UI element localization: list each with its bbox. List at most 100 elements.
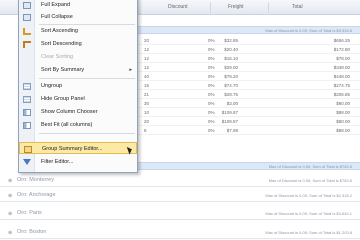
column-divider[interactable]: [210, 2, 211, 13]
menu-item-label: Group Summary Editor...: [42, 146, 103, 152]
group-context-menu: Full Expand Full Collapse Sort Ascending…: [18, 0, 138, 173]
cell-quantity: 40: [144, 74, 150, 79]
menu-item-label: Best Fit (all columns): [41, 122, 93, 128]
menu-item-clear-sorting: Clear Sorting: [19, 51, 137, 63]
expand-icon[interactable]: ⊕: [8, 211, 12, 217]
cell-discount: 0%: [208, 119, 215, 124]
collapse-icon: [23, 14, 31, 21]
group-summary-text: Max of Discount is 0.00; Sum of Total is…: [265, 193, 352, 198]
cell-discount: 0%: [208, 56, 215, 61]
group-row[interactable]: ⊕ Oro: Boston Max of Discount is 0.00; S…: [0, 226, 360, 239]
expand-icon[interactable]: ⊕: [8, 178, 12, 184]
cell-discount: 0%: [208, 74, 215, 79]
cell-total: $172.80: [333, 47, 350, 52]
table-row[interactable]: 21 0% $28.75 $206.85: [130, 90, 360, 99]
table-row[interactable]: 12 0% $16.10 $78.00: [130, 54, 360, 63]
cell-quantity: 20: [144, 38, 150, 43]
table-row[interactable]: 10 0% $109.87 $88.00: [130, 108, 360, 117]
cell-total: $90.00: [336, 101, 350, 106]
group-row[interactable]: ⊕ Oro: Monterrey Max of Discount is 0.00…: [0, 174, 360, 187]
menu-item-filter-editor[interactable]: Filter Editor...: [19, 156, 137, 168]
group-summary-text: Max of Discount is 0.00; Sum of Total is…: [265, 230, 352, 235]
menu-separator: [39, 133, 135, 134]
cell-quantity: 30: [144, 101, 150, 106]
column-header-freight[interactable]: Freight: [228, 4, 244, 10]
table-row[interactable]: 15 0% $74.70 $274.75: [130, 81, 360, 90]
cell-freight: $109.87: [221, 110, 238, 115]
menu-item-label: Filter Editor...: [41, 159, 74, 165]
group-summary-text: Max of Discount is 0.00; Sum of Total is…: [268, 178, 352, 183]
cell-freight: $28.75: [224, 92, 238, 97]
menu-item-label: Show Column Chooser: [41, 109, 98, 115]
group-summary-text: Max of Discount is 0.00; Sum of Total is…: [268, 164, 352, 169]
menu-item-sort-descending[interactable]: Sort Descending: [19, 38, 137, 50]
cell-total: $80.00: [336, 119, 350, 124]
cell-quantity: 8: [144, 128, 147, 133]
menu-item-sort-ascending[interactable]: Sort Ascending: [19, 25, 137, 37]
cell-freight: $16.10: [224, 56, 238, 61]
table-row[interactable]: 12 0% $29.00 $348.00: [130, 63, 360, 72]
menu-item-label: Hide Group Panel: [41, 96, 85, 102]
table-row[interactable]: 8 0% $7.98 $88.00: [130, 126, 360, 135]
menu-item-ungroup[interactable]: Ungroup: [19, 80, 137, 92]
cell-discount: 0%: [208, 83, 215, 88]
table-row[interactable]: 40 0% $78.20 $448.00: [130, 72, 360, 81]
cell-freight: $7.98: [226, 128, 238, 133]
cell-quantity: 12: [144, 56, 150, 61]
cell-freight: $3.00: [226, 101, 238, 106]
table-row[interactable]: 12 0% $20.40 $172.80: [130, 45, 360, 54]
group-row[interactable]: ⊕ Oro: Anchorage Max of Discount is 0.00…: [0, 189, 360, 202]
cell-freight: $29.00: [224, 65, 238, 70]
menu-item-show-column-chooser[interactable]: Show Column Chooser: [19, 106, 137, 118]
column-divider[interactable]: [268, 2, 269, 13]
group-summary-text: Max of Discount is 0.00; Sum of Total is…: [265, 211, 352, 216]
table-row[interactable]: 20 0% $109.87 $80.00: [130, 117, 360, 126]
menu-item-full-expand[interactable]: Full Expand: [19, 0, 137, 11]
menu-item-label: Clear Sorting: [41, 54, 74, 60]
cell-discount: 0%: [208, 47, 215, 52]
cell-freight: $20.40: [224, 47, 238, 52]
menu-item-best-fit[interactable]: Best Fit (all columns): [19, 119, 137, 131]
group-name: Oro: Boston: [17, 229, 47, 235]
menu-item-hide-group-panel[interactable]: Hide Group Panel: [19, 93, 137, 105]
cell-total: $88.00: [336, 128, 350, 133]
column-header-total[interactable]: Total: [292, 4, 303, 10]
group-panel-icon: [23, 96, 31, 103]
sort-ascending-icon: [23, 28, 31, 35]
cell-discount: 0%: [208, 92, 215, 97]
expand-icon[interactable]: ⊕: [8, 230, 12, 236]
group-row[interactable]: ⊕ Oro: Paris Max of Discount is 0.00; Su…: [0, 207, 360, 220]
group-summary-text: Max of Discount is 0.00; Sum of Total is…: [265, 28, 352, 33]
cell-quantity: 12: [144, 47, 150, 52]
expand-icon: [23, 2, 31, 9]
cell-discount: 0%: [208, 110, 215, 115]
menu-item-label: Sort Ascending: [41, 28, 78, 34]
summary-editor-icon: [24, 146, 32, 153]
column-chooser-icon: [23, 109, 31, 116]
cell-discount: 0%: [208, 38, 215, 43]
best-fit-icon: [23, 122, 31, 129]
group-name: Oro: Monterrey: [17, 177, 54, 183]
menu-item-label: Sort Descending: [41, 41, 82, 47]
submenu-arrow-icon: ▸: [129, 67, 132, 73]
column-header-discount[interactable]: Discount: [168, 4, 187, 10]
table-row[interactable]: 30 0% $3.00 $90.00: [130, 99, 360, 108]
menu-separator: [39, 78, 135, 79]
cell-quantity: 20: [144, 119, 150, 124]
expand-icon[interactable]: ⊕: [8, 193, 12, 199]
sort-descending-icon: [23, 41, 31, 48]
cell-total: $78.00: [336, 56, 350, 61]
cell-quantity: 21: [144, 92, 150, 97]
cell-freight: $74.70: [224, 83, 238, 88]
cell-quantity: 15: [144, 83, 150, 88]
cell-discount: 0%: [208, 65, 215, 70]
menu-item-sort-by-summary[interactable]: Sort By Summary ▸: [19, 64, 137, 76]
group-summary-row: Max of Discount is 0.00; Sum of Total is…: [130, 26, 360, 34]
menu-item-full-collapse[interactable]: Full Collapse: [19, 11, 137, 23]
group-summary-row: Max of Discount is 0.00; Sum of Total is…: [130, 162, 360, 170]
table-row[interactable]: 20 0% $32.85 $656.25: [130, 36, 360, 45]
cell-total: $348.00: [333, 65, 350, 70]
menu-item-group-summary-editor[interactable]: Group Summary Editor...: [19, 142, 137, 154]
cell-discount: 0%: [208, 101, 215, 106]
cell-discount: 0%: [208, 128, 215, 133]
